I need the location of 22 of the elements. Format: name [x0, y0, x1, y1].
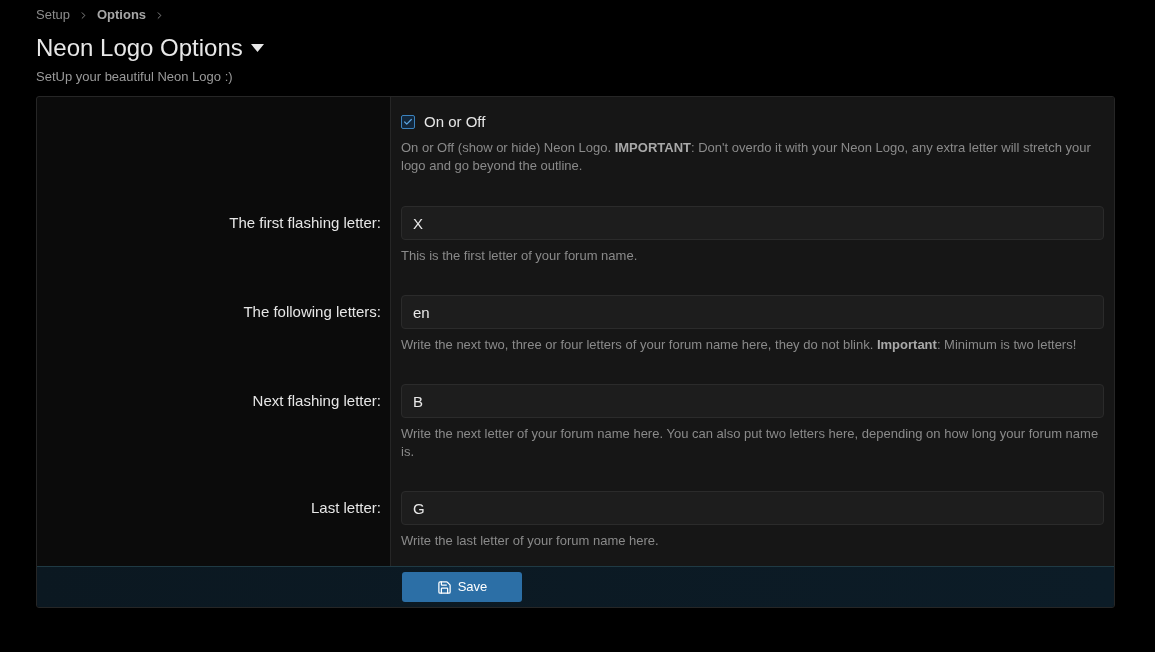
text-input[interactable]: en: [401, 295, 1104, 329]
save-button[interactable]: Save: [402, 572, 522, 602]
checkmark-icon: [403, 117, 413, 127]
field-hint: Write the last letter of your forum name here.: [401, 532, 660, 550]
field-hint: Write the next letter of your forum name here. You can also put two letters here, depending on how long your forum name is.: [401, 425, 1100, 461]
page-description: SetUp your beautiful Neon Logo :): [36, 68, 234, 86]
field-label: Last letter:: [310, 498, 381, 518]
breadcrumb-link[interactable]: Setup: [36, 6, 70, 24]
field-label: The following letters:: [243, 302, 381, 322]
field-hint: This is the first letter of your forum name.: [401, 247, 639, 265]
text-input[interactable]: X: [401, 206, 1104, 240]
checkbox[interactable]: [401, 115, 415, 129]
field-label: Next flashing letter:: [252, 391, 381, 411]
caret-down-icon[interactable]: [250, 44, 264, 52]
text-input[interactable]: G: [401, 491, 1104, 525]
field-hint: On or Off (show or hide) Neon Logo. IMPORTANT: Don't overdo it with your Neon Logo, any extra letter will stretch your logo and go beyond the outline.: [401, 139, 1092, 175]
page-title: Neon Logo Options: [36, 33, 243, 63]
text-input[interactable]: B: [401, 384, 1104, 418]
field-label: The first flashing letter:: [229, 213, 381, 233]
checkbox-label[interactable]: On or Off: [424, 112, 486, 132]
field-hint: Write the next two, three or four letters of your forum name here, they do not blink. Important: Minimum is two letters!: [401, 336, 1078, 354]
breadcrumb-link[interactable]: Options: [97, 6, 147, 24]
